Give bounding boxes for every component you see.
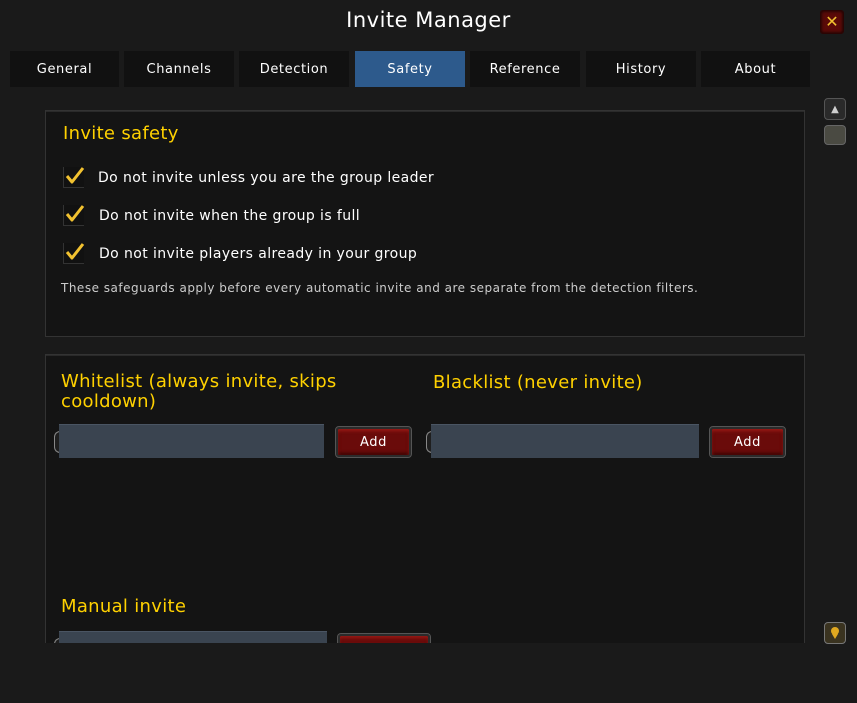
- already-in-group-checkbox[interactable]: [63, 243, 85, 264]
- blacklist-input[interactable]: [431, 424, 699, 458]
- tab-reference[interactable]: Reference: [470, 51, 580, 87]
- close-button[interactable]: ✕: [820, 10, 844, 34]
- group-full-checkbox[interactable]: [63, 205, 85, 226]
- already-in-group-label: Do not invite players already in your gr…: [99, 245, 418, 262]
- tab-safety[interactable]: Safety: [355, 51, 465, 87]
- close-icon: ✕: [825, 12, 839, 31]
- option-group-full[interactable]: Do not invite when the group is full: [63, 205, 360, 226]
- whitelist-input[interactable]: [59, 424, 324, 458]
- option-already-in-group[interactable]: Do not invite players already in your gr…: [63, 243, 417, 264]
- scroll-clip-mask: [0, 643, 857, 703]
- whitelist-heading: Whitelist (always invite, skips cooldown…: [61, 371, 337, 412]
- manual-invite-heading: Manual invite: [61, 596, 187, 617]
- option-group-leader[interactable]: Do not invite unless you are the group l…: [63, 167, 434, 188]
- safety-note: These safeguards apply before every auto…: [61, 281, 699, 295]
- scroll-up-button[interactable]: ▲: [824, 98, 846, 120]
- window-title: Invite Manager: [346, 8, 511, 32]
- tab-general[interactable]: General: [10, 51, 119, 87]
- group-full-label: Do not invite when the group is full: [99, 207, 361, 224]
- checkmark-icon: [65, 243, 85, 260]
- blacklist-add-button[interactable]: Add: [709, 426, 786, 458]
- scroll-down-icon: [831, 627, 839, 639]
- whitelist-add-button[interactable]: Add: [335, 426, 412, 458]
- invite-safety-heading: Invite safety: [63, 123, 179, 144]
- group-leader-checkbox[interactable]: [63, 167, 85, 188]
- tab-history[interactable]: History: [586, 51, 696, 87]
- blacklist-heading: Blacklist (never invite): [433, 372, 643, 393]
- group-leader-label: Do not invite unless you are the group l…: [98, 169, 435, 186]
- tab-about[interactable]: About: [701, 51, 810, 87]
- scroll-down-button[interactable]: [824, 622, 846, 644]
- checkmark-icon: [65, 167, 85, 184]
- tab-channels[interactable]: Channels: [124, 51, 234, 87]
- scroll-thumb[interactable]: [824, 125, 846, 145]
- tab-detection[interactable]: Detection: [239, 51, 349, 87]
- checkmark-icon: [65, 205, 85, 222]
- scroll-up-icon: ▲: [831, 103, 839, 115]
